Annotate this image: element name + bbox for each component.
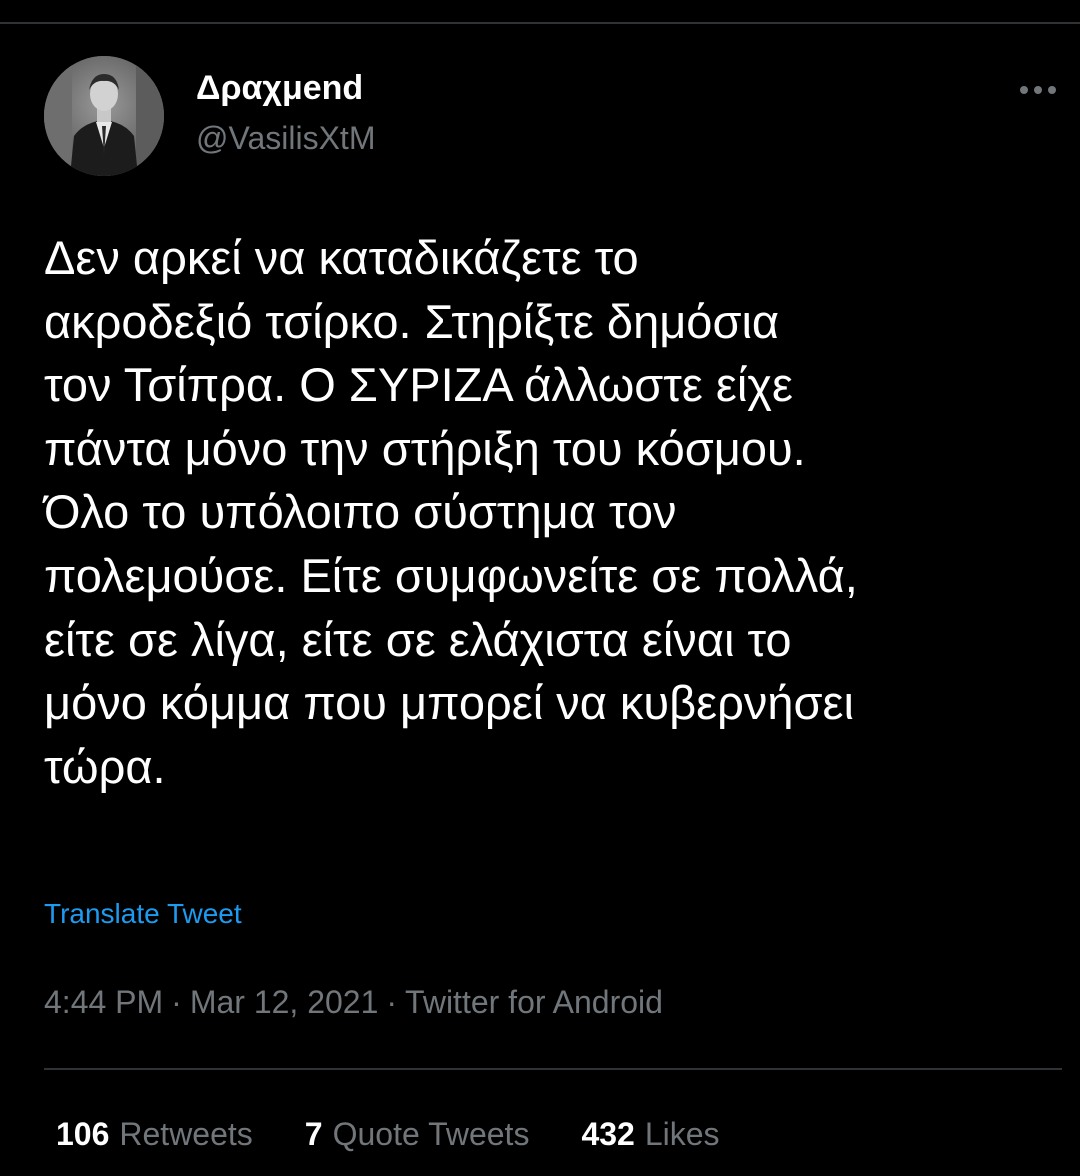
display-name[interactable]: Δραχμend — [196, 68, 363, 108]
meta-separator: · — [171, 984, 182, 1020]
stats-divider — [44, 1068, 1062, 1070]
more-options-button[interactable] — [1006, 70, 1070, 110]
retweets-label: Retweets — [119, 1116, 253, 1152]
quote-tweets-count: 7 — [304, 1116, 323, 1152]
tweet-text-line: είτε σε λίγα, είτε σε ελάχιστα είναι το — [44, 612, 792, 666]
tweet-text-line: Όλο το υπόλοιπο σύστημα τον — [44, 485, 677, 539]
tweet-text-line: πολεμούσε. Είτε συμφωνείτε σε πολλά, — [44, 548, 858, 602]
likes-stat[interactable]: 432 Likes — [581, 1114, 719, 1154]
tweet-time[interactable]: 4:44 PM — [44, 984, 163, 1020]
tweet-metadata: 4:44 PM · Mar 12, 2021 · Twitter for Android — [44, 982, 663, 1022]
tweet-text-line: πάντα μόνο την στήριξη του κόσμου. — [44, 421, 806, 475]
tweet-text-line: τον Τσίπρα. Ο ΣΥΡΙΖΑ άλλωστε είχε — [44, 358, 793, 412]
user-handle[interactable]: @VasilisXtM — [196, 118, 375, 158]
ellipsis-icon — [1020, 86, 1056, 94]
tweet-text-line: Δεν αρκεί να καταδικάζετε το — [44, 231, 639, 284]
tweet-text-line: τώρα. — [44, 739, 166, 793]
tweet-text: Δεν αρκεί να καταδικάζετε το ακροδεξιό τ… — [44, 226, 1054, 798]
retweets-stat[interactable]: 106 Retweets — [56, 1114, 253, 1154]
top-divider — [0, 22, 1080, 24]
tweet-source-link[interactable]: Twitter for Android — [405, 984, 663, 1020]
tweet-text-line: ακροδεξιό τσίρκο. Στηρίξτε δημόσια — [44, 294, 780, 348]
quote-tweets-stat[interactable]: 7 Quote Tweets — [305, 1114, 530, 1154]
engagement-stats: 106 Retweets 7 Quote Tweets 432 Likes — [56, 1114, 720, 1154]
tweet-date[interactable]: Mar 12, 2021 — [190, 984, 379, 1020]
tweet-text-line: μόνο κόμμα που μπορεί να κυβερνήσει — [44, 676, 854, 730]
retweets-count: 106 — [56, 1116, 110, 1152]
translate-tweet-link[interactable]: Translate Tweet — [44, 896, 242, 932]
profile-photo-icon — [44, 56, 164, 176]
likes-count: 432 — [581, 1116, 635, 1152]
avatar[interactable] — [44, 56, 164, 176]
meta-separator: · — [386, 984, 398, 1020]
likes-label: Likes — [644, 1116, 720, 1152]
quote-tweets-label: Quote Tweets — [332, 1116, 530, 1152]
